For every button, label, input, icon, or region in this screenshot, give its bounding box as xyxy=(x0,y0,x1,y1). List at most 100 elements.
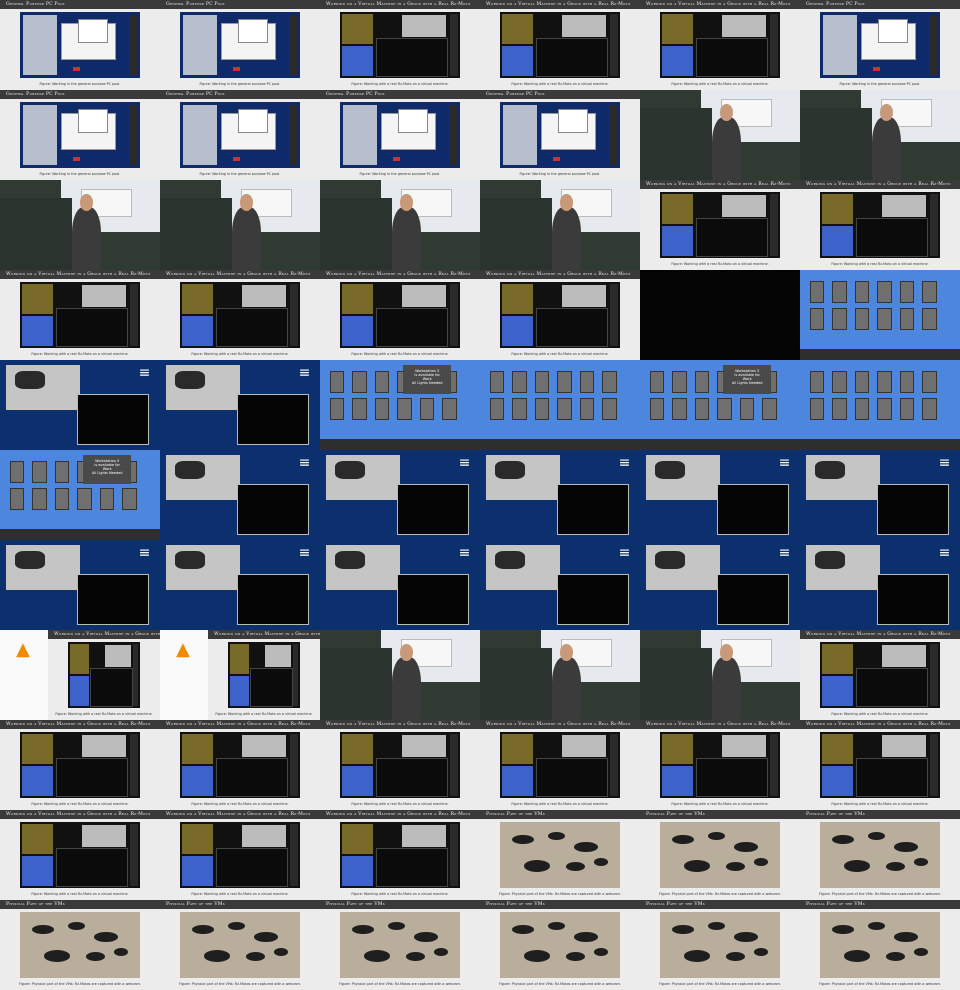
workstation-desk xyxy=(374,397,390,420)
video-thumbnails xyxy=(449,14,458,76)
thumbnail-tile[interactable]: ≡ xyxy=(480,540,640,630)
thumbnail-tile[interactable]: Physical Part of the VMs Figure: Physical… xyxy=(320,900,480,990)
map-top xyxy=(662,734,694,764)
thumbnail-tile[interactable] xyxy=(480,630,640,720)
thumbnail-tile[interactable]: Working on a Virtual Machine in a Group … xyxy=(320,0,480,90)
thumbnail-tile[interactable]: ≡ xyxy=(0,360,160,450)
video-thumbnails xyxy=(928,15,937,75)
slide-title: General Purpose PC Pool xyxy=(800,0,960,9)
thumbnail-tile[interactable] xyxy=(0,180,160,270)
webcam-view xyxy=(6,544,80,590)
figure-caption: Figure: Working with a real Rz-Moto on a… xyxy=(31,352,129,356)
thumbnail-tile[interactable]: General Purpose PC Pool Figure: Working i… xyxy=(160,0,320,90)
desk-row xyxy=(329,397,471,420)
terminal-window xyxy=(716,574,790,625)
thumbnail-tile[interactable]: General Purpose PC Pool Figure: Working i… xyxy=(320,90,480,180)
robot-blob xyxy=(868,921,885,930)
desk-row xyxy=(649,397,791,420)
thumbnail-tile[interactable]: General Purpose PC Pool Figure: Working i… xyxy=(800,0,960,90)
thumbnail-tile[interactable]: Working on a Virtual Machine in a Group … xyxy=(320,810,480,900)
robot-blob xyxy=(433,948,448,957)
thumbnail-tile[interactable]: Workstation 5 is available for Work All Lig… xyxy=(640,360,800,450)
thumbnail-tile[interactable] xyxy=(160,180,320,270)
thumbnail-tile[interactable]: Working on a Virtual Machine in a Group … xyxy=(0,810,160,900)
thumbnail-tile[interactable]: Working on a Virtual Machine in a Group … xyxy=(480,270,640,360)
slide-title: Working on a Virtual Machine in a Group … xyxy=(800,630,960,639)
thumbnail-tile[interactable]: ▲ Working on a Virtual Machine in a Group… xyxy=(0,630,160,720)
thumbnail-tile[interactable] xyxy=(320,180,480,270)
thumbnail-tile[interactable]: General Purpose PC Pool Figure: Working i… xyxy=(0,0,160,90)
video-thumbnails xyxy=(449,284,458,346)
thumbnail-tile[interactable]: Working on a Virtual Machine in a Group … xyxy=(320,720,480,810)
slide-screenshot xyxy=(180,912,300,978)
thumbnail-tile[interactable]: Working on a Virtual Machine in a Group … xyxy=(160,270,320,360)
presenter xyxy=(72,207,101,270)
chalkboard xyxy=(480,198,552,270)
slide-title: General Purpose PC Pool xyxy=(320,90,480,99)
thumbnail-tile[interactable] xyxy=(640,90,800,180)
thumbnail-tile[interactable]: ▲ Working on a Virtual Machine in a Group… xyxy=(160,630,320,720)
tile-content: ≡ xyxy=(800,450,960,540)
thumbnail-tile[interactable]: Physical Part of the VMs Figure: Physical… xyxy=(640,810,800,900)
dialog-window xyxy=(237,108,269,134)
thumbnail-tile[interactable] xyxy=(800,360,960,450)
thumbnail-tile[interactable]: Working on a Virtual Machine in a Group … xyxy=(0,270,160,360)
thumbnail-tile[interactable]: Working on a Virtual Machine in a Group … xyxy=(640,720,800,810)
thumbnail-tile[interactable]: ≡ xyxy=(800,540,960,630)
thumbnail-tile[interactable]: ≡ xyxy=(160,540,320,630)
thumbnail-tile[interactable]: Working on a Virtual Machine in a Group … xyxy=(480,720,640,810)
thumbnail-tile[interactable] xyxy=(800,270,960,360)
thumbnail-tile[interactable]: Working on a Virtual Machine in a Group … xyxy=(800,630,960,720)
tile-content xyxy=(800,360,960,450)
webcam-view xyxy=(722,14,766,38)
thumbnail-tile[interactable]: ≡ xyxy=(0,540,160,630)
thumbnail-tile[interactable]: Working on a Virtual Machine in a Group … xyxy=(640,180,800,270)
thumbnail-tile[interactable] xyxy=(640,630,800,720)
thumbnail-tile[interactable]: ≡ xyxy=(640,450,800,540)
video-thumbnails xyxy=(449,824,458,886)
thumbnail-tile[interactable] xyxy=(480,360,640,450)
thumbnail-tile[interactable] xyxy=(480,180,640,270)
thumbnail-tile[interactable] xyxy=(800,90,960,180)
robot-blob xyxy=(44,950,71,963)
thumbnail-tile[interactable]: ≡ xyxy=(320,450,480,540)
thumbnail-tile[interactable]: Working on a Virtual Machine in a Group … xyxy=(800,180,960,270)
thumbnail-tile[interactable]: General Purpose PC Pool Figure: Working i… xyxy=(160,90,320,180)
thumbnail-tile[interactable]: Physical Part of the VMs Figure: Physical… xyxy=(0,900,160,990)
thumbnail-tile[interactable]: Working on a Virtual Machine in a Group … xyxy=(160,810,320,900)
map-top xyxy=(822,644,854,674)
thumbnail-tile[interactable]: ≡ xyxy=(160,450,320,540)
thumbnail-tile[interactable]: Working on a Virtual Machine in a Group … xyxy=(0,720,160,810)
workstation-desk xyxy=(672,397,687,420)
thumbnail-tile[interactable] xyxy=(640,270,800,360)
thumbnail-tile[interactable]: Working on a Virtual Machine in a Group … xyxy=(160,720,320,810)
thumbnail-tile[interactable]: Physical Part of the VMs Figure: Physical… xyxy=(160,900,320,990)
thumbnail-tile[interactable]: ≡ xyxy=(160,360,320,450)
tile-content xyxy=(480,180,640,270)
map-top xyxy=(822,194,854,224)
thumbnail-tile[interactable]: General Purpose PC Pool Figure: Working i… xyxy=(480,90,640,180)
tile-content: Workstation 5 is available for Work All Lig… xyxy=(640,360,800,450)
thumbnail-tile[interactable]: Working on a Virtual Machine in a Group … xyxy=(320,270,480,360)
thumbnail-tile[interactable]: ≡ xyxy=(320,540,480,630)
thumbnail-tile[interactable]: Workstation 5 is available for Work All Lig… xyxy=(320,360,480,450)
presenter xyxy=(712,657,741,720)
thumbnail-tile[interactable]: Physical Part of the VMs Figure: Physical… xyxy=(480,900,640,990)
thumbnail-tile[interactable]: Workstation 5 is available for Work All Lig… xyxy=(0,450,160,540)
slide-screenshot xyxy=(820,732,940,798)
thumbnail-tile[interactable]: Physical Part of the VMs Figure: Physical… xyxy=(640,900,800,990)
robot-blob xyxy=(204,950,231,963)
thumbnail-tile[interactable]: Physical Part of the VMs Figure: Physical… xyxy=(800,810,960,900)
thumbnail-tile[interactable]: ≡ xyxy=(640,540,800,630)
thumbnail-tile[interactable]: Working on a Virtual Machine in a Group … xyxy=(480,0,640,90)
slide-screenshot xyxy=(20,822,140,888)
thumbnail-tile[interactable]: ≡ xyxy=(480,450,640,540)
thumbnail-tile[interactable]: Physical Part of the VMs Figure: Physical… xyxy=(480,810,640,900)
thumbnail-tile[interactable]: Physical Part of the VMs Figure: Physical… xyxy=(800,900,960,990)
thumbnail-tile[interactable]: Working on a Virtual Machine in a Group … xyxy=(800,720,960,810)
thumbnail-tile[interactable]: General Purpose PC Pool Figure: Working i… xyxy=(0,90,160,180)
thumbnail-tile[interactable] xyxy=(320,630,480,720)
thumbnail-tile[interactable]: Working on a Virtual Machine in a Group … xyxy=(640,0,800,90)
dialog-line: All Lights Needed xyxy=(411,381,443,386)
thumbnail-tile[interactable]: ≡ xyxy=(800,450,960,540)
